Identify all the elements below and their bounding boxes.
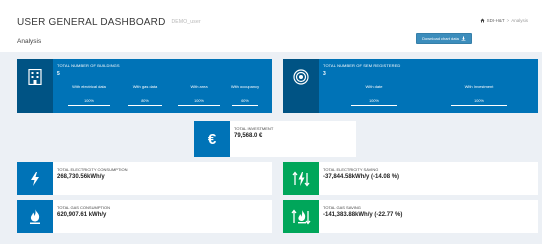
euro-icon: € bbox=[207, 130, 217, 148]
gas-saving-icon-box bbox=[283, 200, 319, 233]
breadcrumb-separator: > bbox=[506, 18, 510, 23]
download-icon bbox=[461, 36, 466, 41]
buildings-card: TOTAL NUMBER OF BUILDINGS 5 With electri… bbox=[17, 59, 272, 113]
electricity-saving-value: -37,844.58kWh/y (-14.08 %) bbox=[323, 174, 400, 180]
flame-arrows-icon bbox=[291, 208, 311, 225]
stat-progress-bar bbox=[451, 105, 507, 106]
stat-label: With electrical data bbox=[72, 84, 106, 89]
electricity-consumption-value: 268,730.56kWh/y bbox=[57, 174, 105, 180]
lightning-icon bbox=[31, 171, 39, 186]
gas-saving-card: TOTAL GAS SAVING -141,383.88kWh/y (-22.7… bbox=[283, 200, 538, 233]
stat-progress-bar bbox=[128, 105, 162, 106]
stat-label: With occupancy bbox=[230, 84, 260, 89]
stat-progress-bar bbox=[178, 105, 220, 106]
page-title-text: USER GENERAL DASHBOARD bbox=[17, 17, 166, 28]
stat-label: With date bbox=[365, 84, 383, 89]
electricity-icon-box bbox=[17, 162, 53, 195]
stat-label: With Investment bbox=[464, 84, 494, 89]
sem-card: TOTAL NUMBER OF SEM REGISTERED 3 With da… bbox=[283, 59, 538, 113]
buildings-title: TOTAL NUMBER OF BUILDINGS bbox=[57, 63, 120, 68]
download-chart-data-button[interactable]: Download chart data bbox=[416, 33, 472, 44]
page-header: USER GENERAL DASHBOARD DEMO_user SDI-H&T… bbox=[0, 0, 542, 52]
electricity-consumption-card: TOTAL ELECTRICITY CONSUMPTION 268,730.56… bbox=[17, 162, 272, 195]
buildings-stat-occupancy: With occupancy 60% bbox=[217, 84, 273, 106]
stat-label: With gas data bbox=[132, 84, 158, 89]
home-icon bbox=[480, 18, 485, 23]
stat-value: 100% bbox=[84, 99, 94, 103]
stat-progress-bar bbox=[232, 105, 258, 106]
buildings-icon-box bbox=[17, 59, 53, 113]
breadcrumb: SDI-H&T > Analysis bbox=[480, 18, 528, 23]
stat-progress-bar bbox=[351, 105, 397, 106]
download-button-label: Download chart data bbox=[422, 36, 459, 41]
investment-value: 79,568.0 € bbox=[234, 133, 263, 139]
stat-value: 80% bbox=[141, 99, 149, 103]
buildings-stat-gas: With gas data 80% bbox=[117, 84, 173, 106]
target-icon bbox=[293, 69, 309, 85]
building-icon bbox=[28, 69, 42, 85]
sem-icon-box bbox=[283, 59, 319, 113]
investment-title: TOTAL INVESTMENT bbox=[234, 126, 274, 131]
sem-stat-investment: With Investment 100% bbox=[443, 84, 515, 106]
electricity-saving-card: TOTAL ELECTRICITY SAVING -37,844.58kWh/y… bbox=[283, 162, 538, 195]
electricity-saving-icon-box bbox=[283, 162, 319, 195]
electricity-consumption-title: TOTAL ELECTRICITY CONSUMPTION bbox=[57, 167, 128, 172]
lightning-arrows-icon bbox=[292, 170, 310, 187]
sem-stat-date: With date 100% bbox=[345, 84, 403, 106]
breadcrumb-home[interactable]: SDI-H&T bbox=[487, 18, 505, 23]
stat-progress-bar bbox=[68, 105, 110, 106]
sem-title: TOTAL NUMBER OF SEM REGISTERED bbox=[323, 63, 401, 68]
gas-saving-value: -141,383.88kWh/y (-22.77 %) bbox=[323, 212, 403, 218]
gas-consumption-value: 620,907.61 kWh/y bbox=[57, 212, 107, 218]
buildings-count: 5 bbox=[57, 71, 60, 77]
flame-icon bbox=[30, 209, 40, 224]
breadcrumb-current: Analysis bbox=[511, 18, 528, 23]
gas-consumption-card: TOTAL GAS CONSUMPTION 620,907.61 kWh/y bbox=[17, 200, 272, 233]
section-label: Analysis bbox=[17, 38, 42, 45]
stat-value: 60% bbox=[241, 99, 249, 103]
page-subtitle: DEMO_user bbox=[171, 19, 201, 26]
gas-icon-box bbox=[17, 200, 53, 233]
investment-icon-box: € bbox=[194, 121, 230, 157]
page-title: USER GENERAL DASHBOARD DEMO_user bbox=[17, 17, 201, 28]
electricity-saving-title: TOTAL ELECTRICITY SAVING bbox=[323, 167, 379, 172]
sem-count: 3 bbox=[323, 71, 326, 77]
stat-value: 100% bbox=[474, 99, 484, 103]
buildings-stat-electrical: With electrical data 100% bbox=[61, 84, 117, 106]
gas-consumption-title: TOTAL GAS CONSUMPTION bbox=[57, 205, 111, 210]
stat-value: 100% bbox=[369, 99, 379, 103]
investment-card: € TOTAL INVESTMENT 79,568.0 € bbox=[194, 121, 356, 157]
gas-saving-title: TOTAL GAS SAVING bbox=[323, 205, 361, 210]
